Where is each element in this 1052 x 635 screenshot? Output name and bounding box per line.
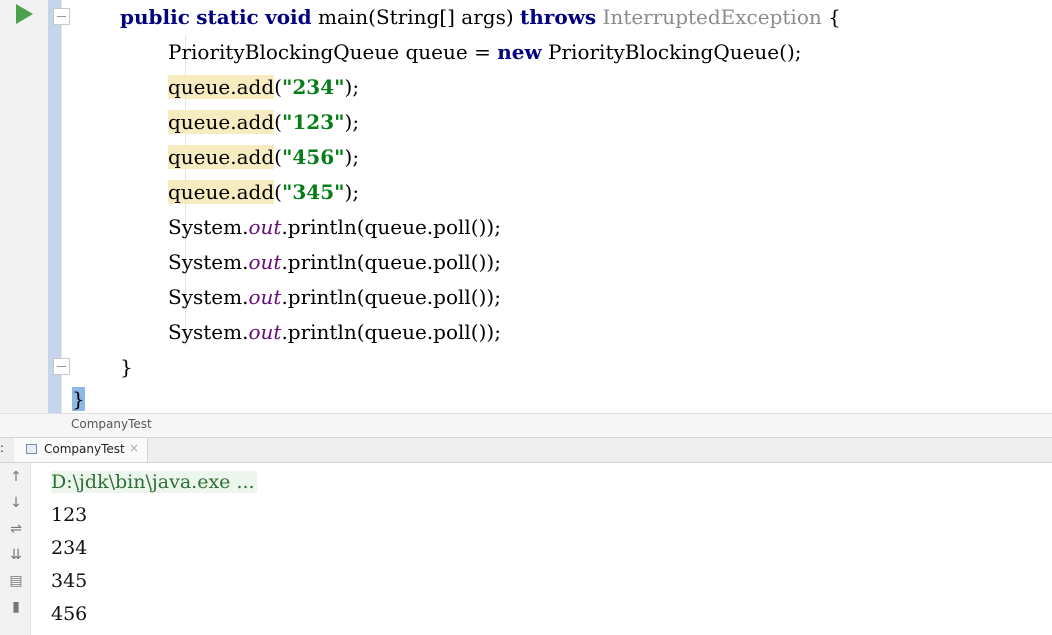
- code-line-6: queue.add("345");: [168, 180, 360, 204]
- code-line-12: }: [72, 382, 85, 417]
- console-output-line: 456: [51, 603, 88, 625]
- console-output[interactable]: D:\jdk\bin\java.exe ... 123 234 345 456: [31, 463, 1052, 635]
- run-icon[interactable]: [16, 4, 33, 24]
- code-line-10: System.out.println(queue.poll());: [168, 320, 501, 344]
- code-line-9: System.out.println(queue.poll());: [168, 285, 501, 309]
- breadcrumb: CompanyTest: [0, 413, 1052, 437]
- breadcrumb-item[interactable]: CompanyTest: [71, 417, 152, 431]
- code-line-7: System.out.println(queue.poll());: [168, 215, 501, 239]
- run-tab-bar: : CompanyTest ×: [0, 437, 1052, 463]
- up-arrow-icon[interactable]: ↑: [7, 468, 25, 486]
- down-arrow-icon[interactable]: ↓: [7, 494, 25, 512]
- panel-title-mark: :: [0, 441, 5, 455]
- close-icon[interactable]: ×: [129, 441, 139, 455]
- code-line-2: PriorityBlockingQueue queue = new Priori…: [168, 40, 802, 64]
- code-editor[interactable]: public static void main(String[] args) t…: [62, 0, 1052, 413]
- code-line-5: queue.add("456");: [168, 145, 360, 169]
- console-toolbar: ↑ ↓ ⇌ ⇊ ▤ ▮: [0, 463, 31, 635]
- code-line-3: queue.add("234");: [168, 75, 360, 99]
- tab-label: CompanyTest: [44, 442, 125, 456]
- console-output-line: 123: [51, 504, 88, 526]
- code-line-11: }: [120, 355, 133, 379]
- console-output-line: 234: [51, 537, 88, 559]
- console-output-line: 345: [51, 570, 88, 592]
- matched-brace: }: [72, 387, 85, 411]
- soft-wrap-icon[interactable]: ⇌: [7, 520, 25, 538]
- scroll-to-end-icon[interactable]: ⇊: [7, 546, 25, 564]
- console-command-line: D:\jdk\bin\java.exe ...: [51, 471, 257, 493]
- editor-gutter: [0, 0, 48, 413]
- gutter-fold-area: [48, 0, 61, 413]
- trash-icon[interactable]: ▮: [7, 598, 25, 616]
- code-line-8: System.out.println(queue.poll());: [168, 250, 501, 274]
- code-line-1: public static void main(String[] args) t…: [120, 5, 841, 29]
- print-icon[interactable]: ▤: [7, 572, 25, 590]
- run-config-icon: [26, 444, 37, 454]
- tab-companytest[interactable]: CompanyTest ×: [14, 438, 148, 462]
- code-line-4: queue.add("123");: [168, 110, 360, 134]
